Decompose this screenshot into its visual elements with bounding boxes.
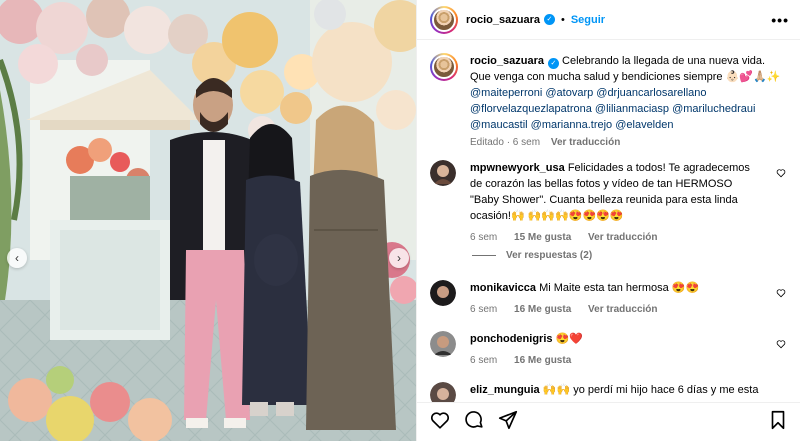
post-header: rocio_sazuara ✓ • Seguir ••• xyxy=(417,0,800,40)
comment-text: Mi Maite esta tan hermosa 😍😍 xyxy=(539,282,700,294)
photo-illustration xyxy=(0,0,416,441)
caption-mentions-2[interactable]: @florvelazquezlapatrona @lilianmaciasp @… xyxy=(470,101,788,117)
comment-item: monikavicca Mi Maite esta tan hermosa 😍😍… xyxy=(430,280,790,318)
verified-badge-icon: ✓ xyxy=(547,58,559,69)
commenter-avatar[interactable] xyxy=(430,331,456,357)
comment-time: 6 sem xyxy=(470,304,498,315)
caption-see-translation[interactable]: Ver traducción xyxy=(551,137,620,148)
caption-mentions-3[interactable]: @maucastil @marianna.trejo @elavelden xyxy=(470,117,788,133)
commenter-avatar[interactable] xyxy=(430,382,456,402)
comments-scroll-area[interactable]: rocio_sazuara ✓ Celebrando la llegada de … xyxy=(417,40,800,402)
comment-text: 🙌🙌 yo perdí mi hijo hace 6 días y me est… xyxy=(542,384,759,396)
comment-likes[interactable]: 16 Me gusta xyxy=(514,304,571,315)
commenter-avatar[interactable] xyxy=(430,160,456,186)
verified-badge-icon: ✓ xyxy=(543,14,555,25)
previous-photo-button[interactable]: ‹ xyxy=(7,248,27,268)
caption-edited-time: Editado · 6 sem xyxy=(470,137,541,148)
caption-avatar[interactable] xyxy=(430,53,458,81)
more-options-icon[interactable]: ••• xyxy=(771,12,789,28)
comment-likes[interactable]: 15 Me gusta xyxy=(514,232,571,243)
view-replies-button[interactable]: Ver respuestas (2) xyxy=(472,250,592,261)
commenter-username[interactable]: ponchodenigris xyxy=(470,333,553,345)
post-caption: rocio_sazuara ✓ Celebrando la llegada de … xyxy=(430,53,790,151)
comment-icon[interactable] xyxy=(463,409,485,431)
comment-item: mpwnewyork_usa Felicidades a todos! Te a… xyxy=(430,160,790,246)
view-replies-label[interactable]: Ver respuestas (2) xyxy=(506,250,592,261)
avatar[interactable] xyxy=(430,5,458,34)
post-side-panel: rocio_sazuara ✓ • Seguir ••• rocio_sazua… xyxy=(416,0,800,441)
comment-time: 6 sem xyxy=(470,232,498,243)
comment-like-heart-icon[interactable] xyxy=(776,339,786,349)
comment-likes[interactable]: 16 Me gusta xyxy=(514,355,571,366)
replies-line xyxy=(472,255,496,256)
share-icon[interactable] xyxy=(497,409,519,431)
comment-time: 6 sem xyxy=(470,355,498,366)
commenter-username[interactable]: eliz_munguia xyxy=(470,384,540,396)
post-photo: ‹ › xyxy=(0,0,416,441)
heart-icon[interactable] xyxy=(429,409,451,431)
comment-text: 😍❤️ xyxy=(555,333,583,345)
next-photo-button[interactable]: › xyxy=(389,248,409,268)
post-action-bar xyxy=(417,402,800,441)
header-separator: • xyxy=(560,13,565,26)
commenter-avatar[interactable] xyxy=(430,280,456,306)
comment-item: ponchodenigris 😍❤️ 6 sem 16 Me gusta xyxy=(430,331,790,369)
follow-button[interactable]: Seguir xyxy=(571,14,605,26)
comment-item: eliz_munguia 🙌🙌 yo perdí mi hijo hace 6 … xyxy=(430,382,790,402)
comment-see-translation[interactable]: Ver traducción xyxy=(588,304,657,315)
bookmark-icon[interactable] xyxy=(767,409,789,431)
commenter-username[interactable]: mpwnewyork_usa xyxy=(470,162,565,174)
comment-see-translation[interactable]: Ver traducción xyxy=(588,232,657,243)
caption-mentions-1[interactable]: @maiteperroni @atovarp @drjuancarlosarel… xyxy=(470,85,788,101)
author-username[interactable]: rocio_sazuara xyxy=(466,14,540,26)
caption-username[interactable]: rocio_sazuara xyxy=(470,55,544,67)
comment-like-heart-icon[interactable] xyxy=(776,288,786,298)
commenter-username[interactable]: monikavicca xyxy=(470,282,536,294)
comment-like-heart-icon[interactable] xyxy=(776,168,786,178)
